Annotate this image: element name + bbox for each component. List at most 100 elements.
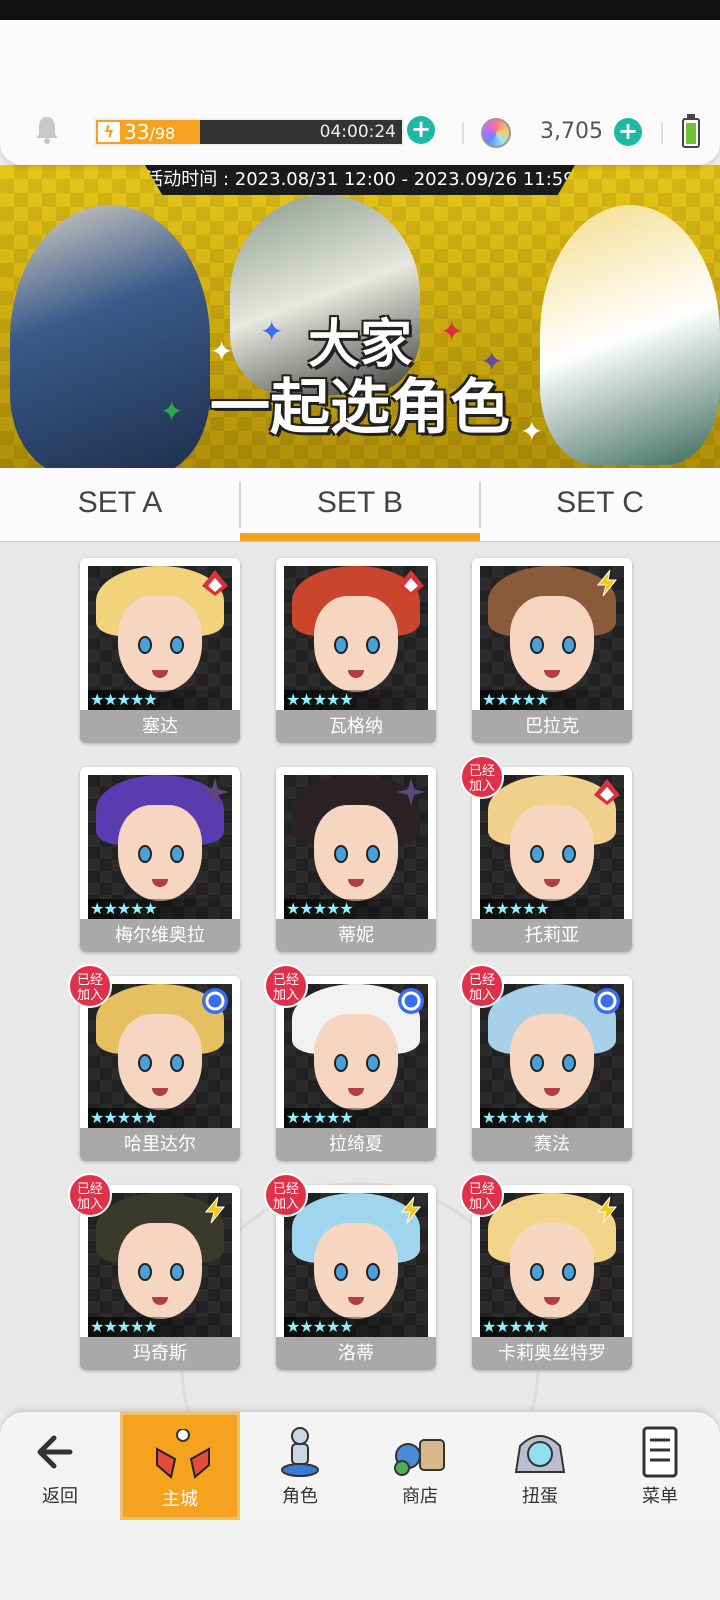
- portrait-eye: [334, 1263, 348, 1281]
- gesture-area: [0, 1520, 720, 1600]
- character-name: 洛蒂: [276, 1337, 436, 1370]
- rarity-stars: ★★★★★: [284, 899, 428, 919]
- portrait-eye: [138, 636, 152, 654]
- rarity-stars: ★★★★★: [284, 1317, 428, 1337]
- sparkle-icon: ✦: [480, 345, 504, 378]
- banner-title-line1: 大家: [307, 315, 412, 375]
- nav-home[interactable]: 主城: [120, 1412, 240, 1520]
- character-name: 哈里达尔: [80, 1128, 240, 1161]
- rarity-stars: ★★★★★: [88, 1317, 232, 1337]
- sparkle-icon: ✦: [260, 315, 284, 348]
- character-name: 赛法: [472, 1128, 632, 1161]
- portrait-eye: [562, 636, 576, 654]
- joined-badge: 已经 加入: [68, 1173, 112, 1217]
- stamina-value: 33/98: [124, 120, 176, 144]
- rarity-stars: ★★★★★: [480, 1108, 624, 1128]
- battery-icon: [682, 114, 700, 148]
- character-card[interactable]: ★★★★★ 巴拉克: [472, 558, 632, 743]
- banner-title: 大家 一起选角色: [200, 315, 520, 441]
- character-card[interactable]: ★★★★★ 玛奇斯 已经 加入: [68, 1173, 240, 1370]
- joined-badge: 已经 加入: [460, 1173, 504, 1217]
- character-name: 玛奇斯: [80, 1337, 240, 1370]
- nav-label: 角色: [282, 1486, 318, 1507]
- portrait-eye: [170, 1263, 184, 1281]
- portrait-eye: [138, 845, 152, 863]
- banner-character-right: [540, 205, 720, 465]
- add-currency-button[interactable]: +: [614, 118, 642, 146]
- portrait-eye: [334, 845, 348, 863]
- character-card[interactable]: ★★★★★ 拉绮夏 已经 加入: [264, 964, 436, 1161]
- character-name: 巴拉克: [472, 710, 632, 743]
- divider: [462, 122, 464, 144]
- nav-label: 主城: [162, 1489, 198, 1510]
- character-name: 蒂妮: [276, 919, 436, 952]
- portrait-eye: [366, 845, 380, 863]
- nav-gacha[interactable]: 扭蛋: [480, 1412, 600, 1520]
- flame-icon: [202, 570, 228, 596]
- stamina-bar: ϟ 33/98 04:00:24: [94, 118, 404, 146]
- sparkle-icon: ✦: [520, 415, 544, 448]
- nav-characters[interactable]: 角色: [240, 1412, 360, 1520]
- character-name: 托莉亚: [472, 919, 632, 952]
- joined-badge: 已经 加入: [68, 964, 112, 1008]
- shadow-icon: [201, 778, 229, 806]
- character-card[interactable]: ★★★★★ 哈里达尔 已经 加入: [68, 964, 240, 1161]
- nav-shop[interactable]: 商店: [360, 1412, 480, 1520]
- joined-badge: 已经 加入: [460, 755, 504, 799]
- lightning-icon: [596, 1196, 618, 1224]
- nav-label: 扭蛋: [522, 1486, 558, 1507]
- nav-menu[interactable]: 菜单: [600, 1412, 720, 1520]
- notification-bell-icon[interactable]: [30, 113, 64, 147]
- character-card[interactable]: ★★★★★ 赛法 已经 加入: [460, 964, 632, 1161]
- portrait-eye: [170, 845, 184, 863]
- banner-character-left: [10, 205, 210, 468]
- rarity-stars: ★★★★★: [480, 1317, 624, 1337]
- nav-back[interactable]: 返回: [0, 1412, 120, 1520]
- rarity-stars: ★★★★★: [88, 1108, 232, 1128]
- event-banner[interactable]: 活动时间 : 2023.08/31 12:00 - 2023.09/26 11:…: [0, 165, 720, 468]
- tab-set-b[interactable]: SET B: [240, 468, 480, 542]
- character-card[interactable]: ★★★★★ 托莉亚 已经 加入: [460, 755, 632, 952]
- banner-title-line2: 一起选角色: [210, 373, 510, 443]
- rarity-stars: ★★★★★: [88, 690, 232, 710]
- portrait-eye: [170, 1054, 184, 1072]
- portrait-eye: [138, 1054, 152, 1072]
- character-card[interactable]: ★★★★★ 梅尔维奥拉: [80, 767, 240, 952]
- character-name: 梅尔维奥拉: [80, 919, 240, 952]
- portrait-eye: [334, 1054, 348, 1072]
- divider: [661, 122, 663, 144]
- portrait-eye: [530, 845, 544, 863]
- menu-icon: [642, 1426, 678, 1478]
- character-name: 拉绮夏: [276, 1128, 436, 1161]
- character-card[interactable]: ★★★★★ 卡莉奥丝特罗 已经 加入: [460, 1173, 632, 1370]
- sparkle-icon: ✦: [440, 315, 464, 348]
- water-icon: [594, 988, 620, 1014]
- nav-label: 返回: [42, 1486, 78, 1507]
- portrait-eye: [530, 636, 544, 654]
- back-arrow-icon: [37, 1435, 73, 1469]
- event-time: 活动时间 : 2023.08/31 12:00 - 2023.09/26 11:…: [145, 165, 575, 195]
- active-tab-indicator: [240, 533, 480, 541]
- tab-set-a[interactable]: SET A: [0, 468, 240, 542]
- character-icon: [281, 1427, 319, 1477]
- add-stamina-button[interactable]: +: [407, 116, 435, 144]
- portrait-eye: [366, 636, 380, 654]
- character-card[interactable]: ★★★★★ 塞达: [80, 558, 240, 743]
- character-name: 瓦格纳: [276, 710, 436, 743]
- character-card[interactable]: ★★★★★ 蒂妮: [276, 767, 436, 952]
- rarity-stars: ★★★★★: [284, 1108, 428, 1128]
- set-tabs: SET A SET B SET C: [0, 468, 720, 542]
- character-card[interactable]: ★★★★★ 洛蒂 已经 加入: [264, 1173, 436, 1370]
- water-icon: [202, 988, 228, 1014]
- portrait-eye: [170, 636, 184, 654]
- system-status-bar: [0, 0, 720, 20]
- lightning-icon: [596, 569, 618, 597]
- character-card[interactable]: ★★★★★ 瓦格纳: [276, 558, 436, 743]
- nav-label: 商店: [402, 1486, 438, 1507]
- castle-icon: [156, 1429, 210, 1479]
- portrait-eye: [530, 1263, 544, 1281]
- tab-set-c[interactable]: SET C: [480, 468, 720, 542]
- portrait-eye: [366, 1054, 380, 1072]
- portrait-eye: [138, 1263, 152, 1281]
- portrait-eye: [334, 636, 348, 654]
